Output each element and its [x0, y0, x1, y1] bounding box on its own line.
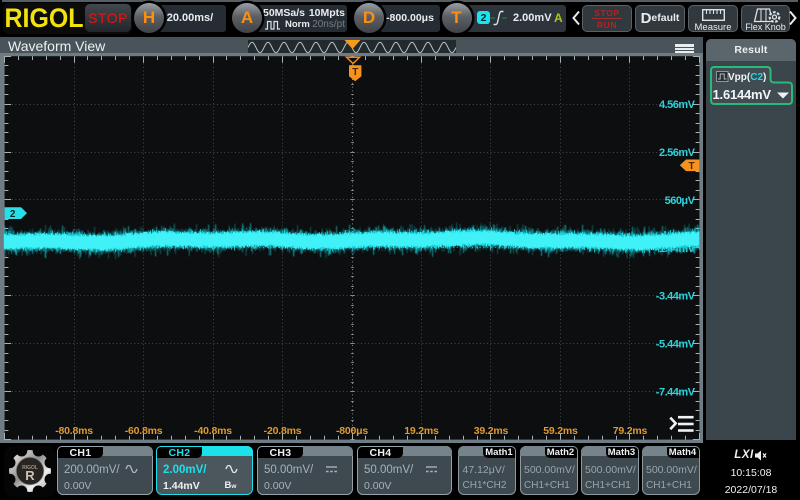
- svg-text:59.2ms: 59.2ms: [543, 425, 578, 437]
- svg-text:R: R: [25, 468, 35, 483]
- svg-text:4.56mV: 4.56mV: [659, 99, 696, 111]
- svg-text:-800μs: -800μs: [336, 425, 368, 437]
- svg-text:-20.8ms: -20.8ms: [264, 425, 302, 437]
- svg-text:2.56mV: 2.56mV: [659, 147, 696, 159]
- svg-text:-60.8ms: -60.8ms: [125, 425, 163, 437]
- svg-text:RIGOL: RIGOL: [5, 4, 84, 32]
- svg-text:-5.44mV: -5.44mV: [656, 339, 696, 351]
- svg-text:560μV: 560μV: [665, 195, 696, 207]
- svg-text:2: 2: [10, 209, 16, 220]
- svg-text:39.2ms: 39.2ms: [474, 425, 509, 437]
- svg-text:-3.44mV: -3.44mV: [656, 291, 696, 303]
- svg-text:79.2ms: 79.2ms: [613, 425, 648, 437]
- svg-text:T: T: [688, 161, 694, 172]
- svg-text:T: T: [352, 67, 358, 78]
- svg-text:19.2ms: 19.2ms: [404, 425, 439, 437]
- svg-text:-40.8ms: -40.8ms: [194, 425, 232, 437]
- svg-text:-80.8ms: -80.8ms: [55, 425, 93, 437]
- svg-text:-7.44mV: -7.44mV: [656, 387, 696, 399]
